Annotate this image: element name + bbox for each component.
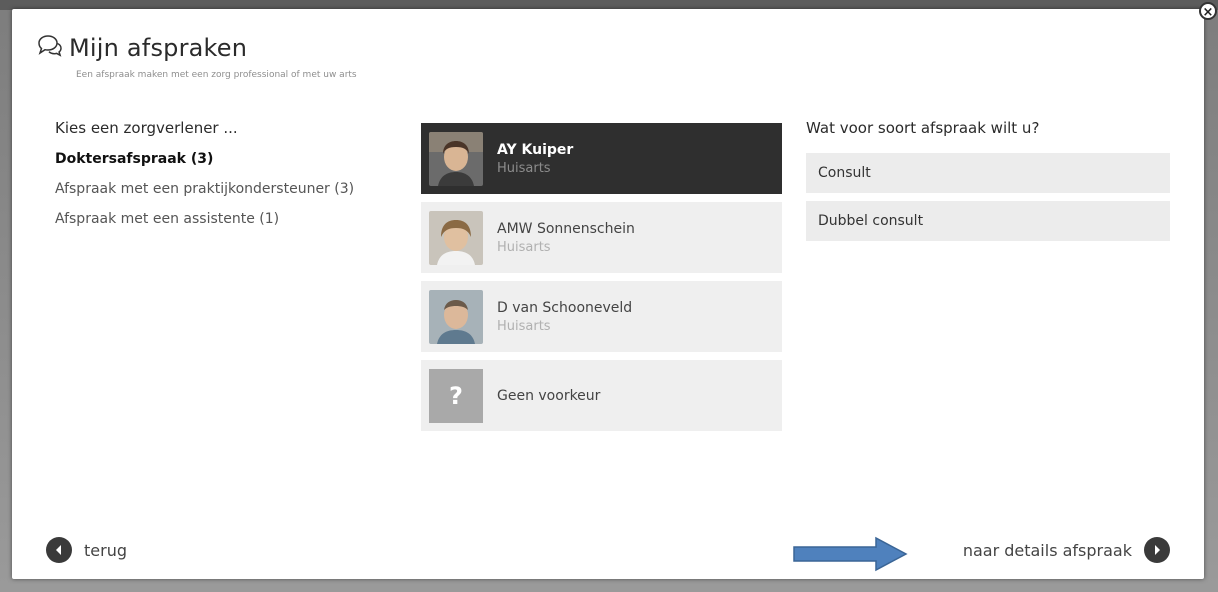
appointments-modal: Mijn afspraken Een afspraak maken met ee… — [12, 9, 1204, 579]
provider-role: Huisarts — [497, 318, 551, 334]
provider-role: Huisarts — [497, 239, 551, 255]
category-doktersafspraak[interactable]: Doktersafspraak (3) — [55, 151, 415, 167]
provider-name: AY Kuiper — [497, 141, 574, 158]
provider-geen-voorkeur[interactable]: ? Geen voorkeur — [421, 360, 782, 431]
page-subtitle: Een afspraak maken met een zorg professi… — [76, 70, 357, 80]
arrow-right-icon — [793, 536, 908, 572]
provider-role: Huisarts — [497, 160, 551, 176]
page-title: Mijn afspraken — [69, 34, 248, 62]
provider-ay-kuiper[interactable]: AY Kuiper Huisarts — [421, 123, 782, 194]
appointment-type-heading: Wat voor soort afspraak wilt u? — [806, 119, 1040, 137]
avatar — [429, 210, 483, 265]
category-praktijkondersteuner[interactable]: Afspraak met een praktijkondersteuner (3… — [55, 181, 415, 197]
back-label: terug — [84, 540, 127, 560]
modal-header: Mijn afspraken — [37, 34, 247, 62]
provider-name: AMW Sonnenschein — [497, 220, 635, 237]
provider-amw-sonnenschein[interactable]: AMW Sonnenschein Huisarts — [421, 202, 782, 273]
question-mark-icon: ? — [429, 368, 483, 423]
close-icon[interactable]: × — [1199, 2, 1217, 20]
chat-bubbles-icon — [37, 34, 63, 62]
provider-name: D van Schooneveld — [497, 299, 633, 316]
provider-d-van-schooneveld[interactable]: D van Schooneveld Huisarts — [421, 281, 782, 352]
category-assistente[interactable]: Afspraak met een assistente (1) — [55, 211, 415, 227]
provider-list: AY Kuiper Huisarts AMW Sonnenschein Huis… — [421, 123, 782, 439]
next-button[interactable]: naar details afspraak — [963, 537, 1170, 563]
avatar — [429, 289, 483, 344]
chevron-left-circle-icon — [46, 537, 72, 563]
appointment-type-column: Wat voor soort afspraak wilt u? Consult … — [806, 119, 1170, 241]
chevron-right-circle-icon — [1144, 537, 1170, 563]
category-heading: Kies een zorgverlener ... — [55, 119, 238, 137]
avatar — [429, 131, 483, 186]
type-dubbel-consult[interactable]: Dubbel consult — [806, 201, 1170, 241]
next-label: naar details afspraak — [962, 540, 1132, 560]
back-button[interactable]: terug — [46, 537, 127, 563]
provider-name: Geen voorkeur — [497, 387, 601, 404]
type-consult[interactable]: Consult — [806, 153, 1170, 193]
category-column: Kies een zorgverlener ... Doktersafspraa… — [55, 119, 415, 227]
